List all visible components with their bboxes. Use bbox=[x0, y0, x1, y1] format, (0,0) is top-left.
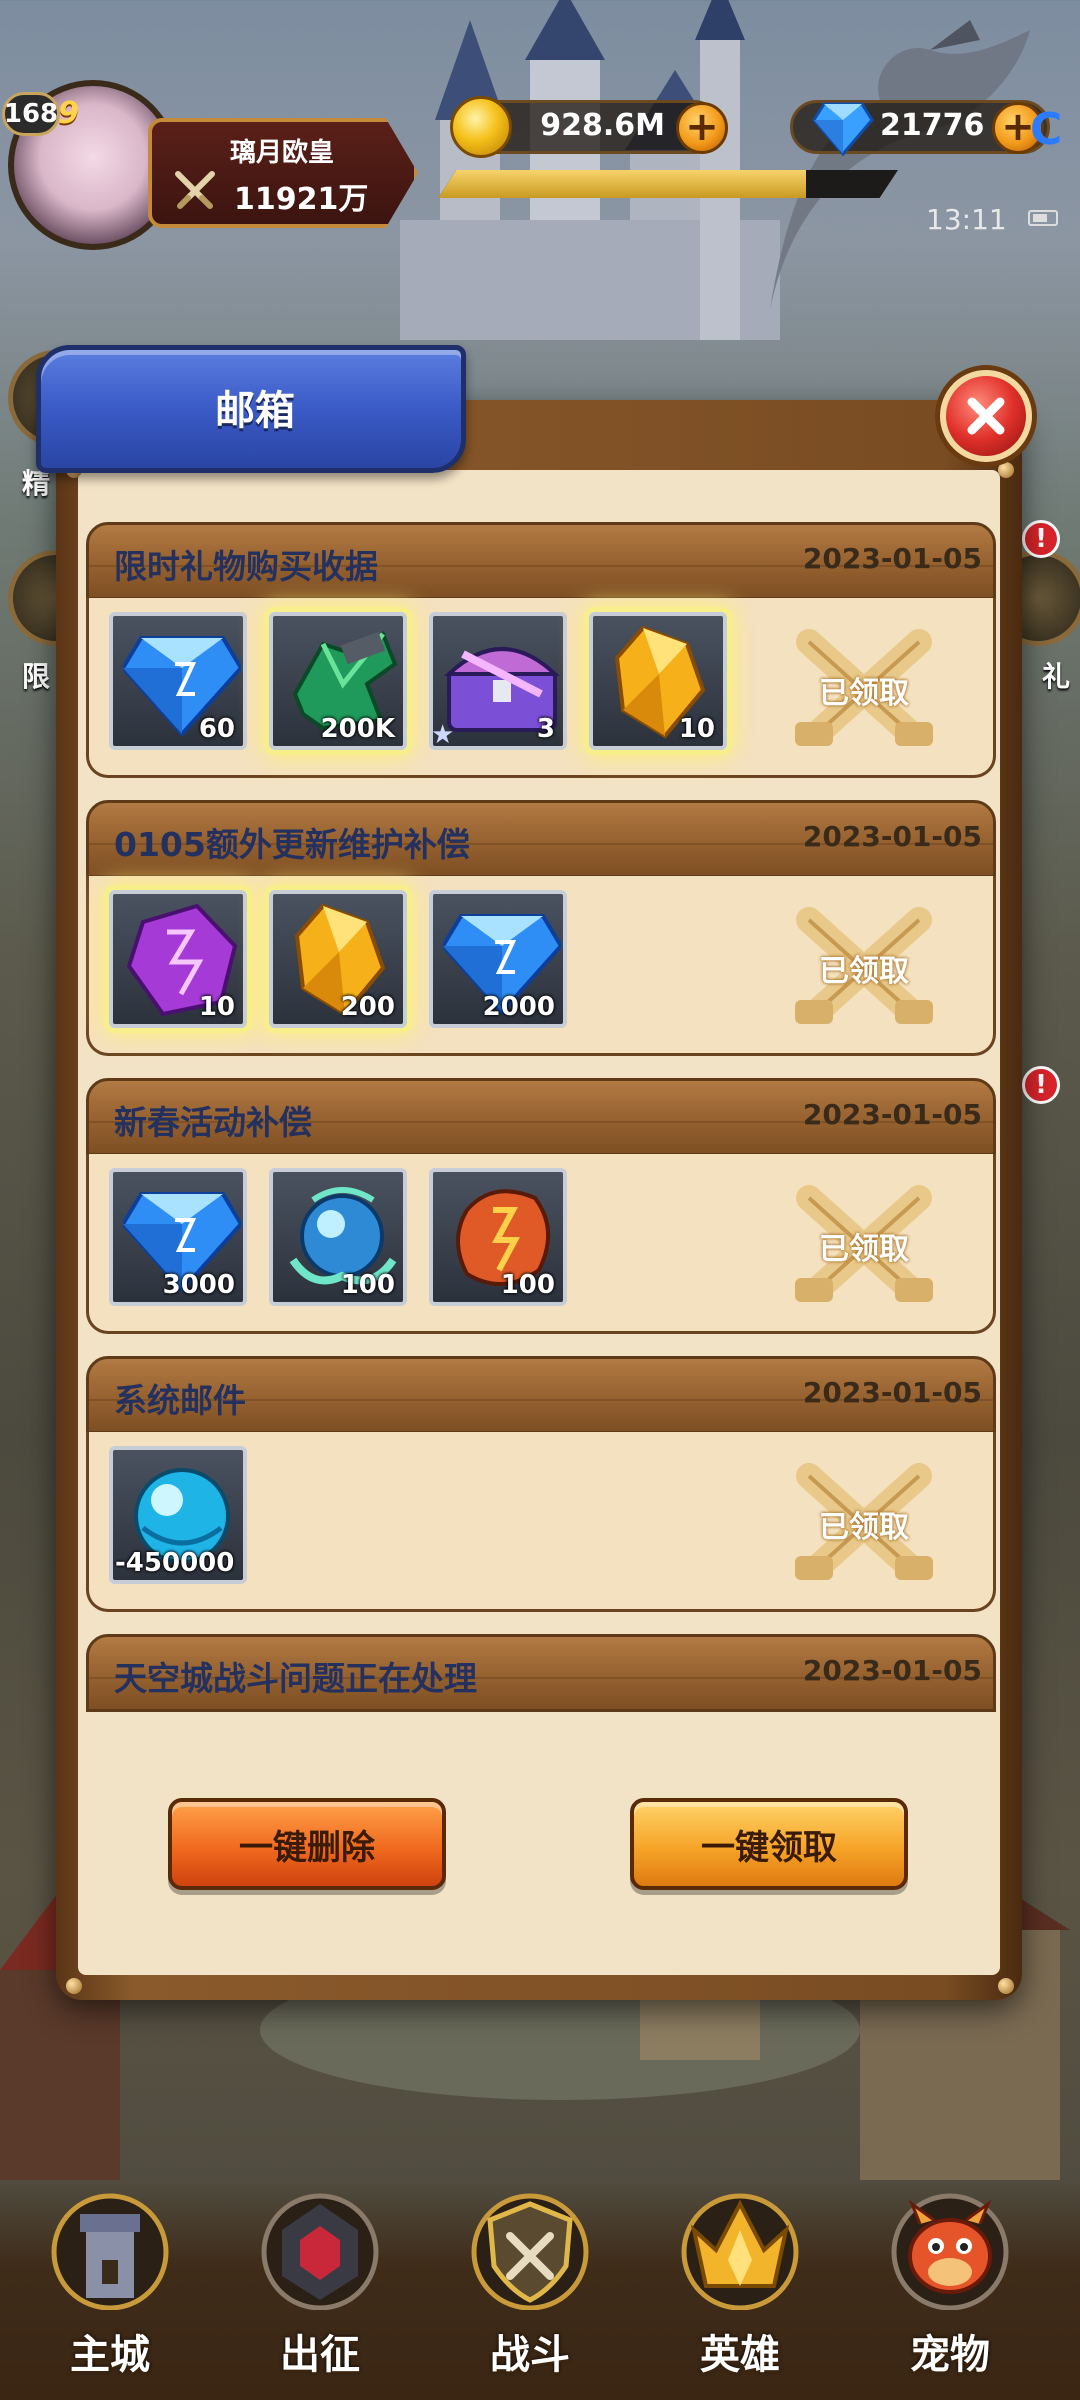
mail-item[interactable]: 限时礼物购买收据 2023-01-05 60 200K ★ 3 10 已领取 bbox=[86, 522, 996, 782]
mail-body: -450000 已领取 bbox=[86, 1432, 996, 1612]
nav-expedition[interactable]: 出征 bbox=[230, 2190, 410, 2390]
mail-item[interactable]: 新春活动补偿 2023-01-05 3000 100 100 已领取 bbox=[86, 1078, 996, 1338]
notification-badge: ! bbox=[1022, 520, 1060, 558]
reward-quantity: 100 bbox=[500, 1270, 555, 1300]
reward-quantity: 3000 bbox=[162, 1270, 235, 1300]
claim-all-button[interactable]: 一键领取 bbox=[630, 1798, 908, 1890]
gold-amount: 928.6M bbox=[540, 108, 665, 143]
mail-date: 2023-01-05 bbox=[802, 820, 982, 853]
reward-quantity: -450000 bbox=[115, 1548, 235, 1578]
mail-body: 60 200K ★ 3 10 已领取 bbox=[86, 598, 996, 778]
close-button[interactable] bbox=[940, 370, 1032, 462]
reward-slot[interactable]: -450000 bbox=[109, 1446, 247, 1584]
mail-body: 3000 100 100 已领取 bbox=[86, 1154, 996, 1334]
vip-badge: 9 bbox=[58, 96, 79, 131]
reward-quantity: 10 bbox=[198, 992, 235, 1022]
mail-list[interactable]: 限时礼物购买收据 2023-01-05 60 200K ★ 3 10 已领取 0… bbox=[78, 510, 1000, 1720]
reward-quantity: 100 bbox=[340, 1270, 395, 1300]
battery-icon bbox=[1028, 210, 1058, 226]
battle-shield-icon bbox=[471, 2193, 589, 2310]
reward-slot[interactable]: 100 bbox=[269, 1168, 407, 1306]
reward-slot[interactable]: 2000 bbox=[429, 890, 567, 1028]
claimed-label: 已领取 bbox=[819, 1232, 909, 1267]
reward-slot[interactable]: 200 bbox=[269, 890, 407, 1028]
reward-slot[interactable]: 10 bbox=[589, 612, 727, 750]
reward-slot[interactable]: 60 bbox=[109, 612, 247, 750]
claimed-label: 已领取 bbox=[819, 954, 909, 989]
player-level-badge: 168 bbox=[2, 92, 60, 136]
star-icon: ★ bbox=[431, 720, 455, 750]
mail-item[interactable]: 系统邮件 2023-01-05 -450000 已领取 bbox=[86, 1356, 996, 1616]
gem-amount: 21776 bbox=[880, 108, 985, 143]
nav-label: 战斗 bbox=[490, 2332, 570, 2378]
nav-label: 英雄 bbox=[700, 2332, 780, 2378]
mail-body: 10 200 2000 已领取 bbox=[86, 876, 996, 1056]
mailbox-title: 邮箱 bbox=[215, 388, 295, 434]
frame-rivet bbox=[66, 1978, 82, 1994]
mail-title: 0105额外更新维护补偿 bbox=[114, 825, 470, 864]
delete-all-button[interactable]: 一键删除 bbox=[168, 1798, 446, 1890]
reward-quantity: 200 bbox=[340, 992, 395, 1022]
reward-slot[interactable]: 100 bbox=[429, 1168, 567, 1306]
reward-slot[interactable]: 3000 bbox=[109, 1168, 247, 1306]
combat-power-value: 11921万 bbox=[234, 182, 369, 217]
reward-slot[interactable]: ★ 3 bbox=[429, 612, 567, 750]
nav-main-city[interactable]: 主城 bbox=[20, 2190, 200, 2390]
mail-date: 2023-01-05 bbox=[802, 1098, 982, 1131]
frame-rivet bbox=[998, 462, 1014, 478]
reward-quantity: 3 bbox=[536, 714, 555, 744]
exp-progress-fill bbox=[438, 170, 806, 198]
reward-quantity: 2000 bbox=[482, 992, 555, 1022]
gold-coin-icon bbox=[450, 96, 512, 158]
close-icon bbox=[967, 397, 1005, 435]
reward-slot[interactable]: 10 bbox=[109, 890, 247, 1028]
reward-quantity: 200K bbox=[320, 714, 395, 744]
hero-crown-icon bbox=[681, 2193, 799, 2310]
add-gold-button[interactable]: + bbox=[676, 102, 728, 154]
nav-pets[interactable]: 宠物 bbox=[860, 2190, 1040, 2390]
clock-time: 13:11 bbox=[926, 203, 1007, 236]
diamond-icon bbox=[812, 102, 874, 156]
reward-slot[interactable]: 200K bbox=[269, 612, 407, 750]
nav-label: 出征 bbox=[280, 2332, 360, 2378]
notification-badge: ! bbox=[1022, 1066, 1060, 1104]
mail-item[interactable]: 天空城战斗问题正在处理 2023-01-05 bbox=[86, 1634, 996, 1720]
claimed-label: 已领取 bbox=[819, 676, 909, 711]
frame-rivet bbox=[998, 1978, 1014, 1994]
player-name: 璃月欧皇 bbox=[230, 138, 335, 168]
mail-date: 2023-01-05 bbox=[802, 1654, 982, 1687]
mail-date: 2023-01-05 bbox=[802, 542, 982, 575]
side-label-3: 礼 bbox=[1042, 660, 1071, 693]
nav-label: 主城 bbox=[70, 2332, 150, 2378]
side-label-2: 限 bbox=[22, 660, 51, 693]
castle-tower-icon bbox=[51, 2193, 169, 2310]
nav-label: 宠物 bbox=[910, 2332, 990, 2378]
claimed-label: 已领取 bbox=[819, 1510, 909, 1545]
expedition-icon bbox=[261, 2193, 379, 2310]
corner-mark: C bbox=[1030, 104, 1063, 155]
mail-title: 新春活动补偿 bbox=[114, 1103, 312, 1142]
nav-heroes[interactable]: 英雄 bbox=[650, 2190, 830, 2390]
mail-title: 天空城战斗问题正在处理 bbox=[114, 1659, 477, 1698]
crossed-swords-icon bbox=[175, 171, 215, 209]
mail-item[interactable]: 0105额外更新维护补偿 2023-01-05 10 200 2000 已领取 bbox=[86, 800, 996, 1060]
exp-progress-bar bbox=[438, 170, 898, 198]
pet-dragon-icon bbox=[891, 2193, 1009, 2310]
nav-battle[interactable]: 战斗 bbox=[440, 2190, 620, 2390]
reward-quantity: 10 bbox=[678, 714, 715, 744]
mail-title: 系统邮件 bbox=[114, 1381, 246, 1420]
reward-quantity: 60 bbox=[198, 714, 235, 744]
mail-title: 限时礼物购买收据 bbox=[114, 547, 378, 586]
mail-date: 2023-01-05 bbox=[802, 1376, 982, 1409]
